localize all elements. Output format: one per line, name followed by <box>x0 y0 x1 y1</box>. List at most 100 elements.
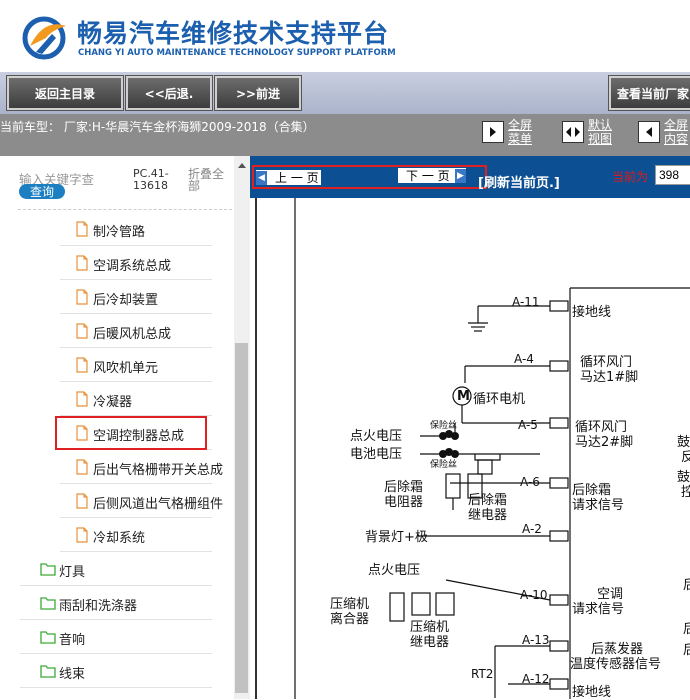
home-button[interactable]: 返回主目录 <box>7 76 123 110</box>
view-current-manufacturer-button[interactable]: 查看当前厂家 <box>609 76 690 110</box>
tree-item-label: 雨刮和洗涤器 <box>59 599 138 614</box>
full-menu-label-2: 菜单 <box>508 132 533 146</box>
motor-symbol: M <box>457 389 470 404</box>
tree-doc-item[interactable]: 风吹机单元 <box>0 348 230 382</box>
diagram-label: 鼓 <box>677 435 690 450</box>
tree-item-label: 后冷却装置 <box>93 293 159 308</box>
search-button[interactable]: 查询 <box>19 184 65 199</box>
diagram-label: 接地线 <box>572 305 612 320</box>
diagram-label: 空调 <box>597 587 624 602</box>
diagram-label: 马达2#脚 <box>575 435 634 450</box>
diagram-label: 点火电压 <box>350 429 403 444</box>
tree-folder-item[interactable]: 线束 <box>0 654 230 688</box>
document-icon <box>76 323 88 339</box>
document-icon <box>76 493 88 509</box>
logo-icon <box>22 16 66 60</box>
tree-doc-item[interactable]: 空调系统总成 <box>0 246 230 280</box>
pin-label: A-10 <box>520 588 548 602</box>
divider <box>18 209 232 210</box>
current-model-text: 当前车型： 厂家:H-华晨汽车金杯海狮2009-2018（合集） <box>0 120 315 134</box>
pin-label: A-13 <box>522 633 550 647</box>
pin-label: A-11 <box>512 295 540 309</box>
diagram-label: 离合器 <box>330 612 370 627</box>
default-view-label-1: 默认 <box>588 118 613 132</box>
tree-item-label: 空调系统总成 <box>93 259 172 274</box>
tree-item-label: 后出气格栅带开关总成 <box>93 463 224 478</box>
folder-icon <box>40 631 56 644</box>
scroll-up-arrow-icon[interactable] <box>234 158 250 172</box>
diagram-label: 保险丝 <box>430 460 458 470</box>
refresh-page-link[interactable]: [刷新当前页.] <box>478 172 560 191</box>
full-content-label-2: 内容 <box>664 132 689 146</box>
folder-icon <box>40 563 56 576</box>
tree-item-label: 音响 <box>59 633 86 648</box>
diagram-label: 马达1#脚 <box>580 370 639 385</box>
full-menu-icon <box>482 121 504 143</box>
diagram-label: 后除霜 <box>468 493 508 508</box>
diagram-label: 反 <box>681 450 690 465</box>
current-page-label: 当前为 <box>612 170 649 184</box>
collapse-all-button[interactable]: 折叠全部 <box>188 168 226 192</box>
diagram-label: 继电器 <box>410 635 450 650</box>
diagram-label: 点火电压 <box>368 563 421 578</box>
diagram-label: RT2 <box>471 667 494 681</box>
diagram-label: 温度传感器信号 <box>570 657 662 672</box>
full-content-button[interactable]: 全屏 内容 <box>638 118 690 150</box>
tree-item-label: 线束 <box>59 667 86 682</box>
tree-item-label: 冷凝器 <box>93 395 133 410</box>
document-icon <box>76 527 88 543</box>
full-menu-button[interactable]: 全屏 菜单 <box>482 118 542 150</box>
tree-doc-item[interactable]: 后出气格栅带开关总成 <box>0 450 230 484</box>
back-button[interactable]: <<后退. <box>126 76 212 110</box>
tree-doc-item[interactable]: 冷凝器 <box>0 382 230 416</box>
diagram-label: 电阻器 <box>384 495 424 510</box>
folder-icon <box>40 597 56 610</box>
pin-label: A-6 <box>520 475 540 489</box>
pin-label: A-4 <box>514 352 534 366</box>
tree-doc-item[interactable]: 制冷管路 <box>0 212 230 246</box>
tree-doc-item[interactable]: 后侧风道出气格栅组件 <box>0 484 230 518</box>
brand-subtitle: CHANG YI AUTO MAINTENANCE TECHNOLOGY SUP… <box>78 48 396 58</box>
document-icon <box>76 289 88 305</box>
tree-folder-item[interactable]: 灯具 <box>0 552 230 586</box>
full-content-icon <box>638 121 660 143</box>
page-number-input[interactable] <box>655 165 690 185</box>
brand-title: 畅易汽车维修技术支持平台 <box>77 19 390 48</box>
diagram-label: 控 <box>681 485 690 500</box>
full-menu-label-1: 全屏 <box>508 118 533 132</box>
page-code: PC.41-13618 <box>133 167 169 192</box>
tree-doc-item[interactable]: 冷却系统 <box>0 518 230 552</box>
tree-item-label: 后侧风道出气格栅组件 <box>93 497 224 512</box>
diagram-label: 后除霜 <box>572 483 612 498</box>
tree-folder-item[interactable]: 雨刮和洗涤器 <box>0 586 230 620</box>
diagram-label: 请求信号 <box>572 498 625 513</box>
diagram-label: 后 <box>683 578 690 593</box>
diagram-label: 循环电机 <box>473 392 526 407</box>
highlight-box <box>55 416 207 450</box>
document-icon <box>76 391 88 407</box>
document-icon <box>76 459 88 475</box>
diagram-label: 后 <box>683 643 690 658</box>
forward-button[interactable]: >>前进 <box>215 76 301 110</box>
tree-doc-item[interactable]: 后冷却装置 <box>0 280 230 314</box>
diagram-label: 电池电压 <box>350 447 403 462</box>
tree-item-label: 灯具 <box>59 565 86 580</box>
default-view-button[interactable]: 默认 视图 <box>562 118 622 150</box>
diagram-label: 后蒸发器 <box>591 642 644 657</box>
document-icon <box>76 357 88 373</box>
tree-folder-item[interactable]: 音响 <box>0 620 230 654</box>
page-nav-highlight-box <box>252 165 487 189</box>
tree-item-label: 冷却系统 <box>93 531 146 546</box>
diagram-label: 继电器 <box>468 508 508 523</box>
document-icon <box>76 255 88 271</box>
scroll-thumb[interactable] <box>235 343 248 693</box>
diagram-label: 循环风门 <box>575 420 628 435</box>
diagram-label: 后 <box>683 622 690 637</box>
diagram-label: 鼓 <box>677 470 690 485</box>
tree-doc-item[interactable]: 后暖风机总成 <box>0 314 230 348</box>
tree-item-label: 风吹机单元 <box>93 361 159 376</box>
diagram-label: 接地线 <box>572 685 612 700</box>
diagram-label: 压缩机 <box>330 597 370 612</box>
diagram-label: 循环风门 <box>580 355 633 370</box>
diagram-label: 压缩机 <box>410 620 450 635</box>
